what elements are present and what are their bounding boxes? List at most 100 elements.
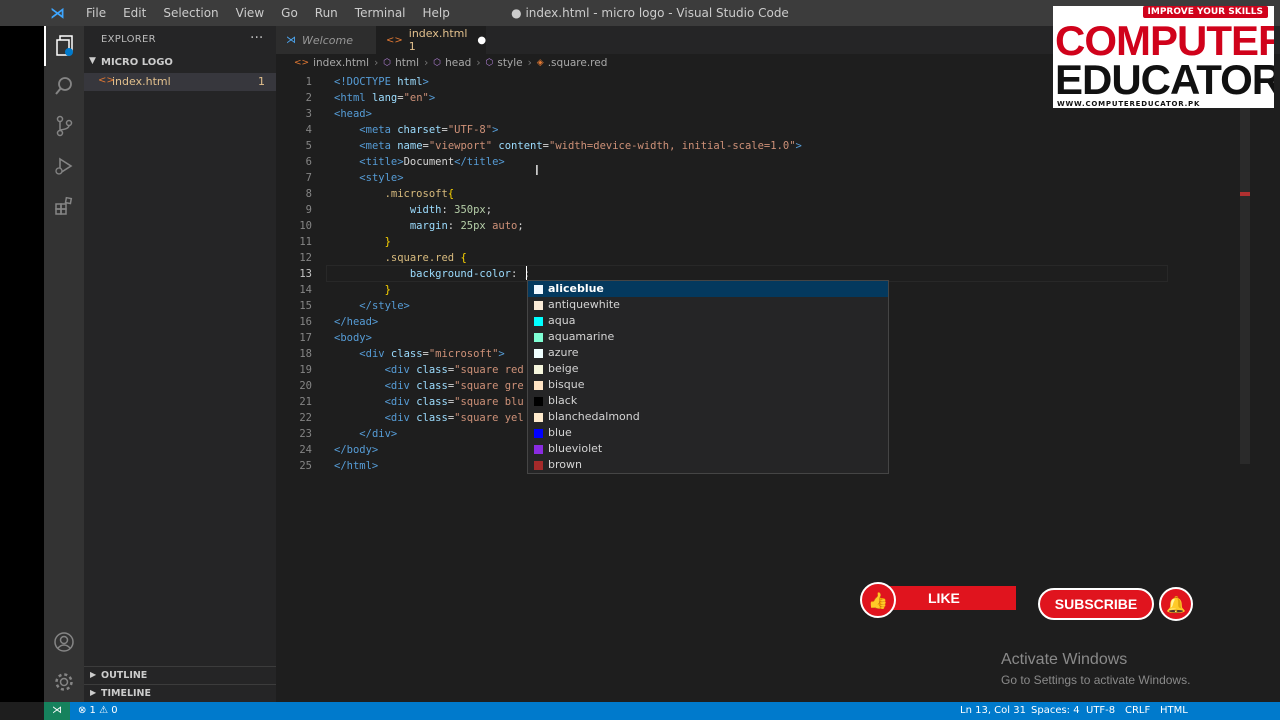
line-number: 6 — [305, 156, 312, 168]
color-swatch-icon — [534, 365, 543, 374]
suggestion-label: azure — [548, 346, 579, 359]
chevron-right-icon: › — [424, 57, 429, 69]
remote-icon[interactable]: ⋊ — [44, 702, 70, 720]
encoding-status[interactable]: UTF-8 — [1086, 705, 1115, 716]
error-marker — [1240, 192, 1250, 196]
chevron-right-icon: › — [476, 57, 481, 69]
activate-subtitle: Go to Settings to activate Windows. — [1001, 673, 1191, 687]
vertical-scrollbar[interactable] — [1240, 54, 1250, 464]
color-swatch-icon — [534, 413, 543, 422]
element-icon: ⬡ — [433, 58, 442, 68]
breadcrumb-item[interactable]: .square.red — [548, 57, 608, 69]
folder-micro-logo[interactable]: ▼ MICRO LOGO — [84, 56, 276, 72]
line-number: 23 — [299, 428, 312, 440]
thumbs-up-icon: 👍 — [860, 582, 896, 618]
code-line: </style> — [359, 300, 410, 312]
suggestion-label: blueviolet — [548, 442, 603, 455]
settings-gear-icon[interactable] — [44, 662, 84, 702]
subscribe-button[interactable]: SUBSCRIBE — [1038, 588, 1154, 620]
code-line: <div class="square yel — [384, 412, 524, 424]
outline-label: OUTLINE — [101, 670, 148, 681]
suggestion-item[interactable]: brown — [528, 457, 888, 473]
breadcrumb-item[interactable]: style — [497, 57, 522, 69]
suggestion-item[interactable]: aquamarine — [528, 329, 888, 345]
suggestion-item[interactable]: aqua — [528, 313, 888, 329]
problems-status[interactable]: ⊗ 1 ⚠ 0 — [78, 705, 118, 716]
code-line: <style> — [359, 172, 404, 184]
line-number: 13 — [299, 268, 312, 280]
html-file-icon: <> — [294, 58, 310, 68]
tab-welcome[interactable]: ⋊ Welcome — [276, 26, 376, 54]
line-number: 25 — [299, 460, 312, 472]
cursor-position[interactable]: Ln 13, Col 31 — [960, 705, 1026, 716]
chevron-right-icon: ▶ — [90, 688, 97, 697]
unsaved-dot-icon[interactable]: ● — [477, 35, 486, 46]
vscode-tab-icon: ⋊ — [286, 34, 296, 46]
chevron-right-icon: ▶ — [90, 670, 97, 679]
suggestion-item[interactable]: blueviolet — [528, 441, 888, 457]
suggestion-item[interactable]: bisque — [528, 377, 888, 393]
suggestion-item[interactable]: aliceblue — [528, 281, 888, 297]
outline-section[interactable]: ▶ OUTLINE — [84, 666, 276, 685]
color-swatch-icon — [534, 285, 543, 294]
code-line: <title>Document</title> — [359, 156, 505, 168]
indentation-status[interactable]: Spaces: 4 — [1031, 705, 1080, 716]
line-number: 8 — [305, 188, 312, 200]
suggestion-label: antiquewhite — [548, 298, 620, 311]
like-button[interactable]: 👍 LIKE — [860, 582, 1016, 618]
suggestion-item[interactable]: black — [528, 393, 888, 409]
file-index-html[interactable]: <> index.html 1 — [84, 73, 276, 91]
activate-title: Activate Windows — [1001, 651, 1128, 668]
code-line: <div class="square blu — [384, 396, 524, 408]
line-number: 20 — [299, 380, 312, 392]
line-number: 2 — [305, 92, 312, 104]
suggestion-label: aquamarine — [548, 330, 615, 343]
file-name: index.html — [112, 75, 171, 88]
code-line: <meta name="viewport" content="width=dev… — [359, 140, 802, 152]
element-icon: ⬡ — [383, 58, 392, 68]
line-number: 1 — [305, 76, 312, 88]
brand-line-2: EDUCATOR — [1055, 56, 1274, 103]
search-icon[interactable] — [44, 66, 84, 106]
suggestion-label: aliceblue — [548, 282, 604, 295]
autocomplete-suggestions[interactable]: aliceblue antiquewhite aqua aquamarine a… — [527, 280, 889, 474]
tab-index-html[interactable]: <> index.html 1 ● — [376, 26, 486, 54]
line-number: 4 — [305, 124, 312, 136]
text-cursor — [526, 266, 527, 280]
code-line: } — [384, 284, 391, 296]
suggestion-label: blanchedalmond — [548, 410, 640, 423]
code-line: </head> — [334, 316, 379, 328]
language-mode[interactable]: HTML — [1160, 705, 1188, 716]
code-line: <body> — [334, 332, 372, 344]
suggestion-item[interactable]: azure — [528, 345, 888, 361]
account-icon[interactable] — [44, 622, 84, 662]
color-swatch-icon — [534, 445, 543, 454]
explorer-icon[interactable] — [44, 26, 84, 66]
bell-icon[interactable]: 🔔 — [1159, 587, 1193, 621]
brand-url: WWW.COMPUTEREDUCATOR.PK — [1057, 100, 1201, 108]
suggestion-item[interactable]: blue — [528, 425, 888, 441]
timeline-section[interactable]: ▶ TIMELINE — [84, 684, 276, 703]
breadcrumb-item[interactable]: html — [395, 57, 419, 69]
code-line: .microsoft{ — [384, 188, 455, 200]
eol-status[interactable]: CRLF — [1125, 705, 1150, 716]
suggestion-item[interactable]: antiquewhite — [528, 297, 888, 313]
suggestion-label: black — [548, 394, 578, 407]
breadcrumb-item[interactable]: index.html — [313, 57, 369, 69]
suggestion-item[interactable]: blanchedalmond — [528, 409, 888, 425]
more-actions-icon[interactable]: ··· — [250, 30, 263, 46]
code-line: margin: 25px auto; — [409, 220, 524, 232]
mouse-ibeam-icon: I — [535, 164, 539, 179]
code-line: <head> — [334, 108, 372, 120]
line-number: 10 — [299, 220, 312, 232]
line-number: 15 — [299, 300, 312, 312]
explorer-title: EXPLORER — [101, 34, 156, 45]
breadcrumb-item[interactable]: head — [445, 57, 471, 69]
suggestion-item[interactable]: beige — [528, 361, 888, 377]
run-debug-icon[interactable] — [44, 146, 84, 186]
code-line: <!DOCTYPE html> — [334, 76, 429, 88]
source-control-icon[interactable] — [44, 106, 84, 146]
extensions-icon[interactable] — [44, 186, 84, 226]
line-number: 21 — [299, 396, 312, 408]
code-line: <html lang="en"> — [334, 92, 436, 104]
